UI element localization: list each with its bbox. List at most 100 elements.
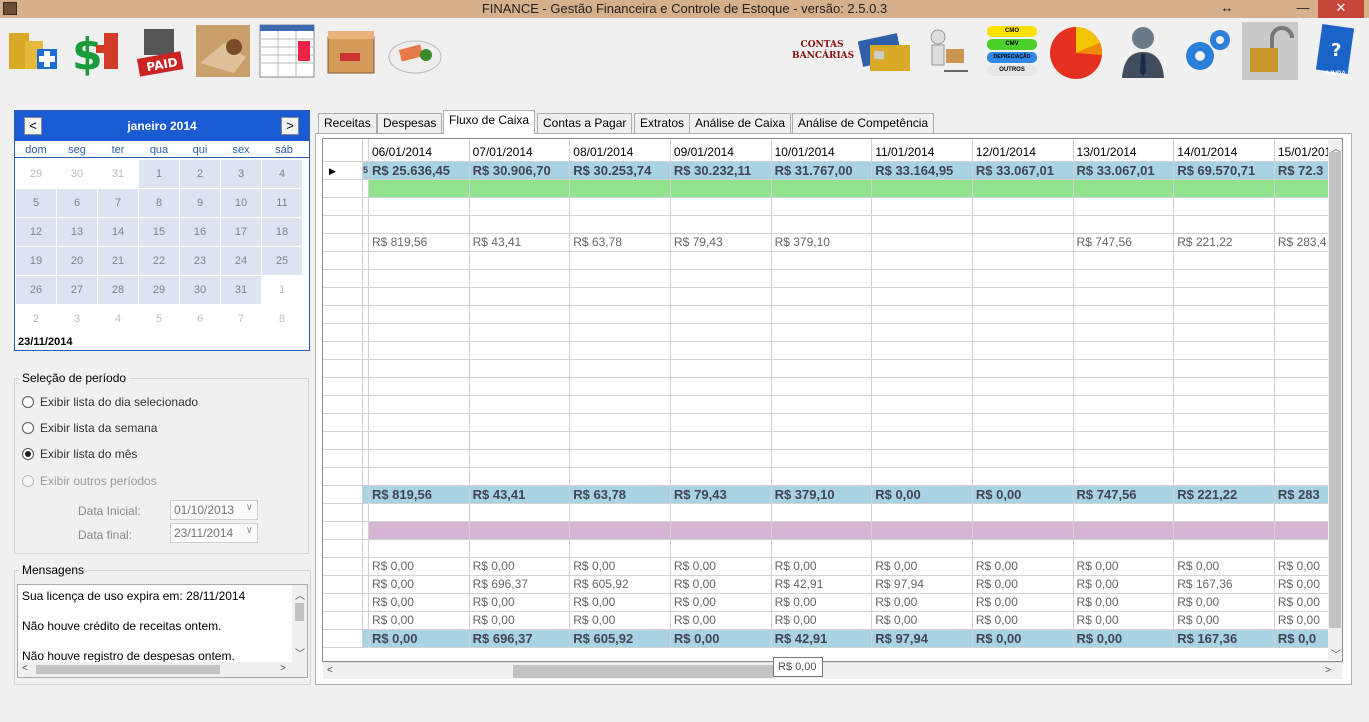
grid-cell[interactable]: [771, 305, 873, 324]
calendar-day[interactable]: 8: [262, 305, 302, 333]
grid-cell[interactable]: [670, 323, 772, 342]
calendar-day[interactable]: 21: [98, 247, 138, 275]
receitas-cell[interactable]: R$ 63,78: [569, 233, 671, 252]
start-date-picker[interactable]: 01/10/2013 ∨: [170, 500, 258, 520]
grid-cell[interactable]: [771, 359, 873, 378]
grid-cell[interactable]: [771, 431, 873, 450]
grid-cell[interactable]: [972, 215, 1074, 234]
despesa-cell[interactable]: R$ 0,00: [569, 611, 671, 630]
grid-row[interactable]: [323, 251, 1342, 270]
total-receitas-cell[interactable]: R$ 0,00: [871, 485, 973, 504]
grid-cell[interactable]: [1173, 539, 1275, 558]
grid-cell[interactable]: [1173, 323, 1275, 342]
grid-cell[interactable]: [871, 323, 973, 342]
grid-cell[interactable]: [1173, 377, 1275, 396]
grid-cell[interactable]: [972, 323, 1074, 342]
grid-cell[interactable]: [368, 251, 470, 270]
grid-cell[interactable]: [871, 503, 973, 522]
grid-cell[interactable]: [871, 431, 973, 450]
grid-cell[interactable]: [1173, 503, 1275, 522]
despesa-cell[interactable]: R$ 0,00: [771, 557, 873, 576]
total-despesas-cell[interactable]: R$ 605,92: [569, 629, 671, 648]
calendar-day[interactable]: 4: [98, 305, 138, 333]
grid-cell[interactable]: [469, 359, 571, 378]
grid-cell[interactable]: [871, 395, 973, 414]
tab-receitas[interactable]: Receitas: [318, 113, 377, 133]
despesa-cell[interactable]: R$ 0,00: [1173, 593, 1275, 612]
despesa-cell[interactable]: R$ 0,00: [670, 575, 772, 594]
grid-cell[interactable]: [1073, 377, 1175, 396]
grid-cell[interactable]: [469, 467, 571, 486]
grid-cell[interactable]: [1173, 341, 1275, 360]
despesa-cell[interactable]: R$ 0,00: [670, 611, 772, 630]
column-header[interactable]: 11/01/2014: [871, 139, 973, 162]
scroll-right-icon[interactable]: >: [1325, 665, 1331, 676]
receitas-cell[interactable]: R$ 43,41: [469, 233, 571, 252]
grid-row[interactable]: [323, 323, 1342, 342]
scroll-down-icon[interactable]: ﹀: [295, 645, 305, 660]
calendar-next-button[interactable]: >: [281, 117, 299, 135]
balance-cell[interactable]: R$ 30.906,70: [469, 161, 571, 180]
balance-cell[interactable]: R$ 33.067,01: [972, 161, 1074, 180]
grid-cell[interactable]: [1073, 251, 1175, 270]
calendar-day[interactable]: 5: [139, 305, 179, 333]
grid-cell[interactable]: [972, 503, 1074, 522]
despesa-cell[interactable]: R$ 0,00: [1073, 611, 1175, 630]
row-header[interactable]: [323, 575, 363, 594]
money-button[interactable]: $: [64, 20, 126, 82]
scroll-right-icon[interactable]: >: [280, 663, 286, 674]
grid-cell[interactable]: [1173, 467, 1275, 486]
grid-cell[interactable]: [1073, 413, 1175, 432]
calendar-day[interactable]: 22: [139, 247, 179, 275]
cards-button[interactable]: [856, 20, 916, 82]
despesa-row[interactable]: R$ 0,00 R$ 696,37 R$ 605,92 R$ 0,00 R$ 42,91…: [323, 575, 1342, 594]
balance-cell[interactable]: R$ 25.636,45: [368, 161, 470, 180]
grid-cell[interactable]: [368, 377, 470, 396]
despesa-cell[interactable]: R$ 605,92: [569, 575, 671, 594]
scroll-left-icon[interactable]: <: [22, 663, 28, 674]
calendar-prev-button[interactable]: <: [24, 117, 42, 135]
spreadsheet-button[interactable]: [256, 20, 318, 82]
calendar-day[interactable]: 12: [16, 218, 56, 246]
grid-cell[interactable]: [469, 251, 571, 270]
grid-cell[interactable]: [368, 323, 470, 342]
grid-cell[interactable]: [771, 269, 873, 288]
radio-month[interactable]: Exibir lista do mês: [22, 447, 137, 461]
grid-cell[interactable]: [670, 179, 772, 198]
settings-button[interactable]: [1176, 20, 1238, 82]
grid-cell[interactable]: [972, 377, 1074, 396]
grid-cell[interactable]: [1073, 323, 1175, 342]
column-header[interactable]: 14/01/2014: [1173, 139, 1275, 162]
despesa-cell[interactable]: R$ 0,00: [368, 611, 470, 630]
tab-despesas[interactable]: Despesas: [377, 113, 443, 133]
despesa-cell[interactable]: R$ 0,00: [1173, 557, 1275, 576]
scroll-down-icon[interactable]: ﹀: [1331, 646, 1341, 661]
despesa-cell[interactable]: R$ 0,00: [469, 593, 571, 612]
grid-cell[interactable]: [1073, 305, 1175, 324]
grid-cell[interactable]: [670, 539, 772, 558]
contas-bancarias-button[interactable]: CONTAS BANCÁRIAS: [790, 20, 854, 82]
row-header[interactable]: [323, 305, 363, 324]
grid-cell[interactable]: [368, 521, 470, 540]
grid-cell[interactable]: [670, 287, 772, 306]
grid-cell[interactable]: [1073, 395, 1175, 414]
despesa-row[interactable]: R$ 0,00 R$ 0,00 R$ 0,00 R$ 0,00 R$ 0,00 R$ 0,…: [323, 557, 1342, 576]
grid-row[interactable]: [323, 503, 1342, 522]
calendar-day[interactable]: 6: [57, 189, 97, 217]
grid-cell[interactable]: [569, 449, 671, 468]
total-despesas-cell[interactable]: R$ 0,00: [972, 629, 1074, 648]
calendar-day[interactable]: 24: [221, 247, 261, 275]
grid-cell[interactable]: [871, 521, 973, 540]
grid-cell[interactable]: [771, 341, 873, 360]
grid-cell[interactable]: [569, 359, 671, 378]
calendar-day[interactable]: 3: [221, 160, 261, 188]
grid-cell[interactable]: [972, 467, 1074, 486]
grid-cell[interactable]: [569, 197, 671, 216]
scroll-up-icon[interactable]: ︿: [295, 587, 305, 602]
total-receitas-cell[interactable]: R$ 819,56: [368, 485, 470, 504]
despesa-cell[interactable]: R$ 0,00: [771, 611, 873, 630]
total-despesas-cell[interactable]: R$ 97,94: [871, 629, 973, 648]
grid-row[interactable]: [323, 377, 1342, 396]
calendar-day[interactable]: 30: [180, 276, 220, 304]
lock-button[interactable]: [1240, 20, 1300, 82]
